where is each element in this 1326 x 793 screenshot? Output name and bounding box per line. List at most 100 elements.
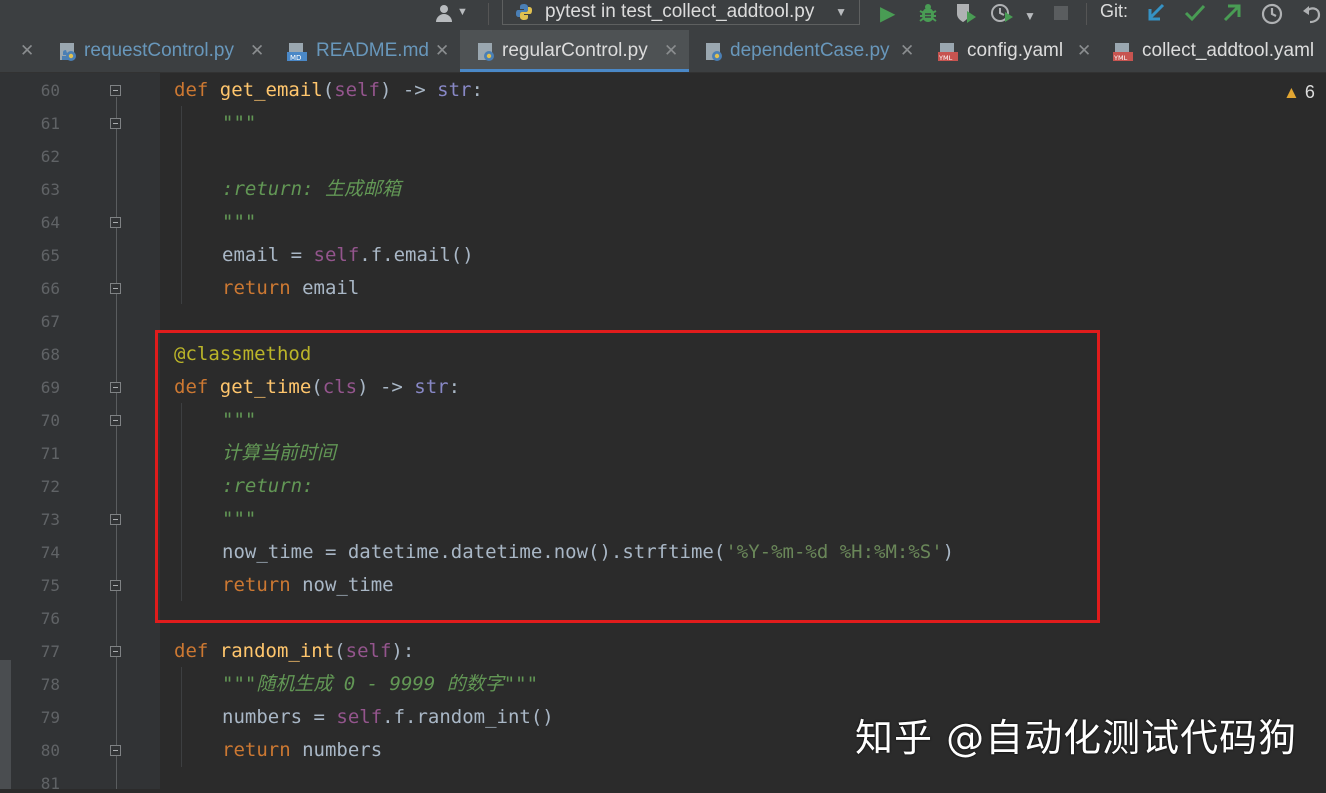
fold-toggle-icon[interactable] bbox=[110, 217, 121, 228]
tab-label: README.md bbox=[316, 40, 429, 61]
fold-toggle-icon[interactable] bbox=[110, 745, 121, 756]
code-token: get_email bbox=[219, 79, 323, 101]
code-line-64[interactable]: """ bbox=[222, 206, 256, 239]
line-number: 63 bbox=[40, 180, 60, 199]
code-token: email = bbox=[222, 244, 314, 266]
line-number: 75 bbox=[40, 576, 60, 595]
line-number: 65 bbox=[40, 246, 60, 265]
tab-regularcontrol[interactable]: regularControl.py ✕ bbox=[460, 30, 689, 72]
line-number: 64 bbox=[40, 213, 60, 232]
code-token: numbers bbox=[290, 739, 383, 761]
history-icon[interactable] bbox=[1260, 2, 1284, 32]
python-file-icon bbox=[478, 43, 494, 61]
code-token: email bbox=[290, 277, 360, 299]
stop-icon[interactable] bbox=[1052, 2, 1072, 30]
run-icon[interactable]: ▶ bbox=[880, 2, 895, 26]
close-icon[interactable]: ✕ bbox=[250, 41, 264, 61]
git-label: Git: bbox=[1100, 1, 1129, 21]
fold-toggle-icon[interactable] bbox=[110, 283, 121, 294]
code-line-80[interactable]: return numbers bbox=[222, 734, 382, 767]
indent-guide bbox=[181, 667, 182, 767]
inspection-warnings-indicator[interactable]: ▲ 6 bbox=[1283, 82, 1315, 103]
code-token: def bbox=[174, 79, 209, 101]
tab-label: collect_addtool.yaml bbox=[1142, 40, 1315, 61]
line-number: 78 bbox=[40, 675, 60, 694]
code-line-63[interactable]: :return: 生成邮箱 bbox=[222, 173, 401, 206]
run-configuration-select[interactable]: pytest in test_collect_addtool.py ▼ bbox=[502, 0, 860, 25]
fold-toggle-icon[interactable] bbox=[110, 85, 121, 96]
code-line-78[interactable]: """随机生成 0 - 9999 的数字""" bbox=[222, 668, 538, 701]
warning-count: 6 bbox=[1304, 82, 1315, 102]
toolbar-separator bbox=[1086, 3, 1087, 25]
chevron-down-icon: ▼ bbox=[835, 5, 847, 19]
code-token: ( bbox=[334, 640, 346, 662]
code-token: : bbox=[471, 79, 483, 101]
line-number: 67 bbox=[40, 312, 60, 331]
rollback-icon[interactable] bbox=[1300, 2, 1324, 32]
toolbar-separator bbox=[488, 3, 489, 25]
code-line-66[interactable]: return email bbox=[222, 272, 359, 305]
tab-config-yaml[interactable]: YML config.yaml ✕ bbox=[938, 30, 1108, 72]
line-number: 80 bbox=[40, 741, 60, 760]
fold-toggle-icon[interactable] bbox=[110, 382, 121, 393]
line-number: 72 bbox=[40, 477, 60, 496]
close-icon[interactable]: ✕ bbox=[1077, 41, 1091, 61]
fold-toggle-icon[interactable] bbox=[110, 580, 121, 591]
run-with-coverage-icon[interactable] bbox=[954, 2, 978, 30]
code-token: self bbox=[336, 706, 383, 728]
line-number: 69 bbox=[40, 378, 60, 397]
tab-label: requestControl.py bbox=[84, 40, 234, 61]
profile-icon[interactable] bbox=[990, 2, 1016, 30]
tab-dependentcase[interactable]: dependentCase.py ✕ bbox=[704, 30, 924, 72]
close-icon[interactable]: ✕ bbox=[664, 41, 678, 61]
python-file-icon bbox=[706, 43, 722, 61]
line-number: 74 bbox=[40, 543, 60, 562]
line-number: 61 bbox=[40, 114, 60, 133]
fold-toggle-icon[interactable] bbox=[110, 118, 121, 129]
code-line-61[interactable]: """ bbox=[222, 107, 256, 140]
tab-requestcontrol[interactable]: requestControl.py ✕ bbox=[58, 30, 276, 72]
fold-toggle-icon[interactable] bbox=[110, 646, 121, 657]
tab-label: regularControl.py bbox=[502, 40, 648, 61]
line-number: 70 bbox=[40, 411, 60, 430]
git-update-icon[interactable] bbox=[1145, 2, 1167, 30]
tab-collect-addtool-yaml[interactable]: YML collect_addtool.yaml bbox=[1113, 30, 1326, 72]
fold-toggle-icon[interactable] bbox=[110, 514, 121, 525]
code-token: str bbox=[437, 79, 472, 101]
close-icon[interactable]: ✕ bbox=[435, 41, 449, 61]
toolbar: ▼ pytest in test_collect_addtool.py ▼ ▶ … bbox=[0, 0, 1326, 30]
git-push-icon[interactable] bbox=[1221, 2, 1243, 30]
code-token: def bbox=[174, 640, 209, 662]
line-number: 71 bbox=[40, 444, 60, 463]
code-token: .f.email() bbox=[359, 244, 474, 266]
tab-label: dependentCase.py bbox=[730, 40, 890, 61]
tab-readme[interactable]: MD README.md ✕ bbox=[287, 30, 459, 72]
close-icon[interactable]: ✕ bbox=[900, 41, 914, 61]
line-number: 68 bbox=[40, 345, 60, 364]
code-token: return bbox=[222, 277, 291, 299]
fold-guide bbox=[116, 97, 117, 789]
user-account-icon[interactable]: ▼ bbox=[436, 3, 476, 25]
svg-text:YML: YML bbox=[1113, 54, 1128, 62]
svg-text:YML: YML bbox=[938, 54, 953, 62]
code-token: ): bbox=[391, 640, 415, 662]
highlight-annotation-box bbox=[155, 330, 1100, 623]
code-token: .f.random_int() bbox=[382, 706, 554, 728]
line-number: 77 bbox=[40, 642, 60, 661]
code-line-77[interactable]: def random_int(self): bbox=[174, 635, 414, 668]
scrollbar[interactable] bbox=[0, 660, 11, 789]
git-commit-icon[interactable] bbox=[1183, 2, 1207, 30]
code-line-79[interactable]: numbers = self.f.random_int() bbox=[222, 701, 554, 734]
line-number: 81 bbox=[40, 774, 60, 793]
code-line-60[interactable]: def get_email(self) -> str: bbox=[174, 74, 483, 107]
close-icon[interactable]: ✕ bbox=[20, 41, 34, 61]
code-line-65[interactable]: email = self.f.email() bbox=[222, 239, 474, 272]
watermark: 知乎 @自动化测试代码狗 bbox=[855, 716, 1298, 760]
markdown-file-icon: MD bbox=[287, 43, 307, 62]
chevron-down-icon[interactable]: ▼ bbox=[1024, 4, 1036, 28]
debug-icon[interactable] bbox=[917, 2, 939, 30]
fold-toggle-icon[interactable] bbox=[110, 415, 121, 426]
line-number: 60 bbox=[40, 81, 60, 100]
warning-icon: ▲ bbox=[1283, 83, 1300, 102]
code-token: self bbox=[345, 640, 392, 662]
